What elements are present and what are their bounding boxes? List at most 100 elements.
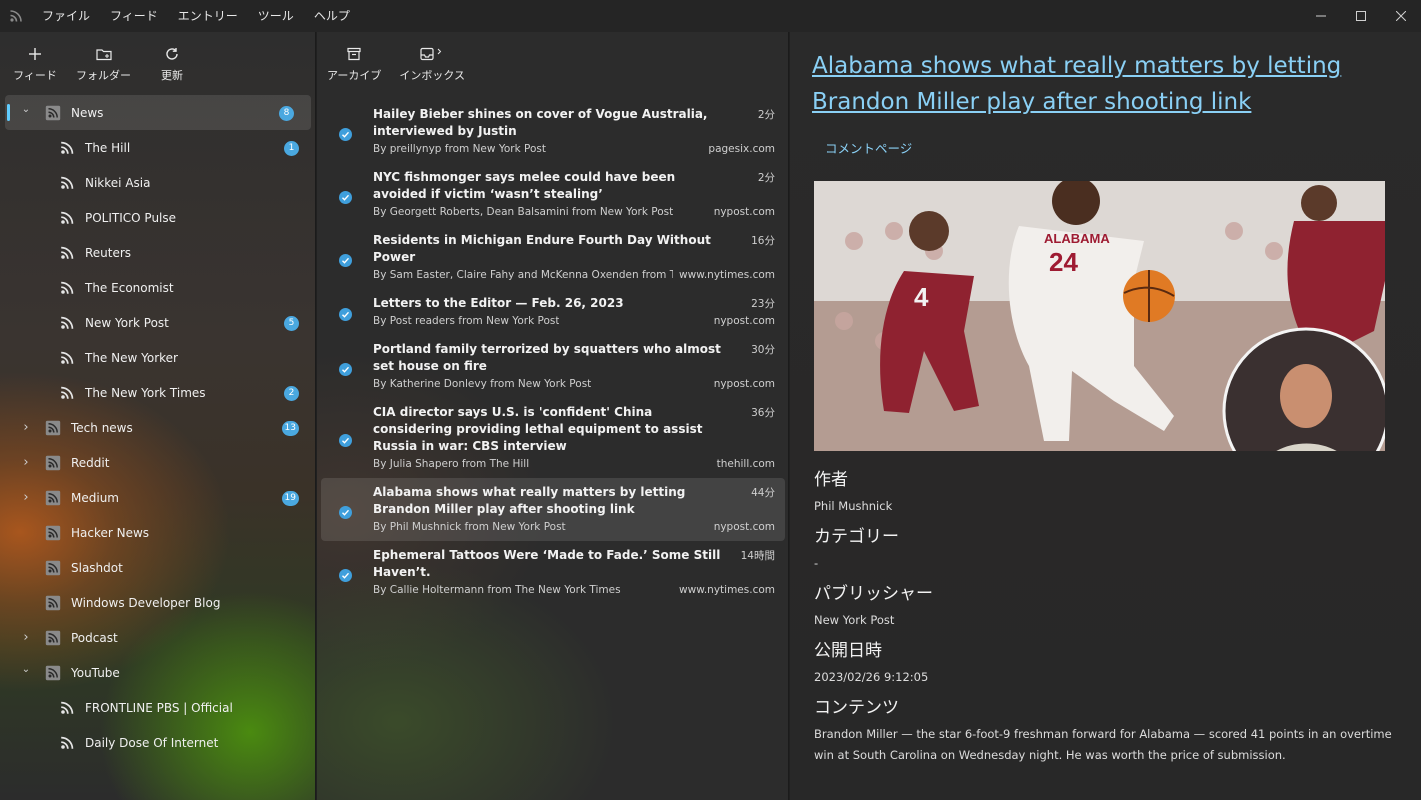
read-check-icon[interactable] (339, 568, 352, 582)
entry-time: 36分 (751, 407, 775, 419)
menu-entry[interactable]: エントリー (168, 0, 248, 32)
read-check-icon[interactable] (339, 253, 352, 267)
feed-tree-item[interactable]: Daily Dose Of Internet (0, 725, 316, 760)
feed-tree-item[interactable]: New York Post 5 (0, 305, 316, 340)
maximize-icon[interactable] (1341, 0, 1381, 32)
feed-tree-item[interactable]: ⌄ News 8 (5, 95, 311, 130)
rss-feed-icon (59, 140, 75, 156)
feed-tree-item[interactable]: Windows Developer Blog (0, 585, 316, 620)
feed-tree-item[interactable]: The New Yorker (0, 340, 316, 375)
menu-help[interactable]: ヘルプ (304, 0, 360, 32)
menu-feed[interactable]: フィード (100, 0, 168, 32)
published-value: 2023/02/26 9:12:05 (814, 670, 929, 684)
archive-button[interactable]: アーカイブ (327, 44, 381, 94)
entry-footer: By Sam Easter, Claire Fahy and McKenna O… (373, 269, 775, 281)
entry-list-item[interactable]: Hailey Bieber shines on cover of Vogue A… (321, 100, 785, 163)
chevron-down-icon[interactable]: ⌄ (19, 104, 33, 115)
feed-tree-item[interactable]: Hacker News (0, 515, 316, 550)
read-check-icon[interactable] (339, 505, 352, 519)
chevron-right-icon[interactable]: › (19, 455, 33, 470)
comment-page-link[interactable]: コメントページ (825, 138, 912, 157)
folder-feed-icon (45, 630, 61, 646)
entry-footer: By Katherine Donlevy from New York Post n… (373, 378, 775, 390)
app-rss-icon (0, 0, 32, 32)
entry-domain: nypost.com (713, 315, 775, 327)
chevron-right-icon[interactable]: › (19, 490, 33, 505)
feed-tree-item[interactable]: › Tech news 13 (0, 410, 316, 445)
entry-list-item[interactable]: Ephemeral Tattoos Were ‘Made to Fade.’ S… (321, 541, 785, 604)
author-value: Phil Mushnick (814, 499, 893, 513)
entry-list-item[interactable]: Alabama shows what really matters by let… (321, 478, 785, 541)
feed-tree-item[interactable]: › Podcast (0, 620, 316, 655)
content-heading: コンテンツ (814, 698, 899, 718)
feed-tree-item[interactable]: ⌄ YouTube (0, 655, 316, 690)
plus-icon (28, 44, 42, 64)
folder-feed-icon (45, 105, 61, 121)
author-section: 作者 Phil Mushnick (814, 465, 1404, 517)
feed-tree-item[interactable]: FRONTLINE PBS | Official (0, 690, 316, 725)
entry-title: NYC fishmonger says melee could have bee… (373, 170, 676, 201)
feed-tree-item[interactable]: Reuters (0, 235, 316, 270)
feed-tree-item[interactable]: Nikkei Asia (0, 165, 316, 200)
minimize-icon[interactable] (1301, 0, 1341, 32)
entry-list-item[interactable]: CIA director says U.S. is 'confident' Ch… (321, 398, 785, 478)
feed-tree-label: Tech news (71, 420, 133, 435)
chevron-right-icon[interactable]: › (19, 630, 33, 645)
read-check-icon[interactable] (339, 308, 352, 321)
close-icon[interactable] (1381, 0, 1421, 32)
category-heading: カテゴリー (814, 527, 899, 547)
inbox-button[interactable]: インボックス (399, 44, 465, 94)
content-body: Brandon Miller — the star 6-foot-9 fresh… (814, 727, 1392, 762)
read-check-icon[interactable] (339, 434, 352, 447)
entry-list-item[interactable]: NYC fishmonger says melee could have bee… (321, 163, 785, 226)
folder-feed-icon (45, 490, 61, 506)
menu-file[interactable]: ファイル (32, 0, 100, 32)
read-check-icon[interactable] (339, 190, 352, 204)
chevron-right-icon[interactable]: › (19, 420, 33, 435)
add-feed-button[interactable]: フィード (12, 44, 58, 94)
entry-time: 30分 (751, 344, 775, 356)
rss-feed-icon (59, 210, 75, 226)
feed-tree-item[interactable]: › Reddit (0, 445, 316, 480)
feed-tree-label: Hacker News (71, 525, 150, 540)
menu-bar: ファイル フィード エントリー ツール ヘルプ (32, 0, 360, 32)
rss-feed-icon (45, 595, 61, 611)
entry-byline: By Georgett Roberts, Dean Balsamini from… (373, 206, 673, 218)
refresh-icon (165, 44, 179, 64)
entry-title: Ephemeral Tattoos Were ‘Made to Fade.’ S… (373, 548, 721, 579)
content-section: コンテンツ Brandon Miller — the star 6-foot-9… (814, 693, 1404, 766)
unread-count-badge: 1 (284, 141, 299, 156)
entry-footer: By Post readers from New York Post nypost… (373, 315, 775, 327)
entry-list-item[interactable]: Letters to the Editor — Feb. 26, 2023 23分… (321, 289, 785, 335)
entry-list-item[interactable]: Portland family terrorized by squatters … (321, 335, 785, 398)
feed-tree-item[interactable]: Slashdot (0, 550, 316, 585)
add-folder-button[interactable]: フォルダー (76, 44, 131, 94)
inbox-label: インボックス (399, 69, 466, 82)
feed-tree-label: New York Post (85, 315, 169, 330)
feed-tree-item[interactable]: › Medium 19 (0, 480, 316, 515)
entry-title: Letters to the Editor — Feb. 26, 2023 (373, 296, 624, 310)
entries-pane: アーカイブ インボックス Hailey Bieber shines on cov… (317, 32, 789, 800)
entry-title: Hailey Bieber shines on cover of Vogue A… (373, 107, 708, 138)
menu-tools[interactable]: ツール (248, 0, 304, 32)
window-controls (1301, 0, 1421, 32)
entry-byline: By preillynyp from New York Post (373, 143, 546, 155)
chevron-down-icon[interactable]: ⌄ (19, 664, 33, 675)
feed-tree-item[interactable]: The Economist (0, 270, 316, 305)
author-heading: 作者 (814, 470, 848, 490)
read-check-icon[interactable] (339, 362, 352, 376)
archive-icon (347, 44, 361, 64)
read-check-icon[interactable] (339, 127, 352, 141)
rss-feed-icon (59, 385, 75, 401)
entry-list-item[interactable]: Residents in Michigan Endure Fourth Day … (321, 226, 785, 289)
refresh-button[interactable]: 更新 (149, 44, 195, 94)
rss-feed-icon (59, 175, 75, 191)
published-section: 公開日時 2023/02/26 9:12:05 (814, 636, 1404, 688)
feed-tree-label: News (71, 105, 104, 120)
article-title-link[interactable]: Alabama shows what really matters by let… (812, 48, 1372, 120)
feed-tree-item[interactable]: POLITICO Pulse (0, 200, 316, 235)
entry-title: CIA director says U.S. is 'confident' Ch… (373, 405, 703, 453)
entry-byline: By Phil Mushnick from New York Post (373, 521, 566, 533)
feed-tree-item[interactable]: The Hill 1 (0, 130, 316, 165)
feed-tree-item[interactable]: The New York Times 2 (0, 375, 316, 410)
